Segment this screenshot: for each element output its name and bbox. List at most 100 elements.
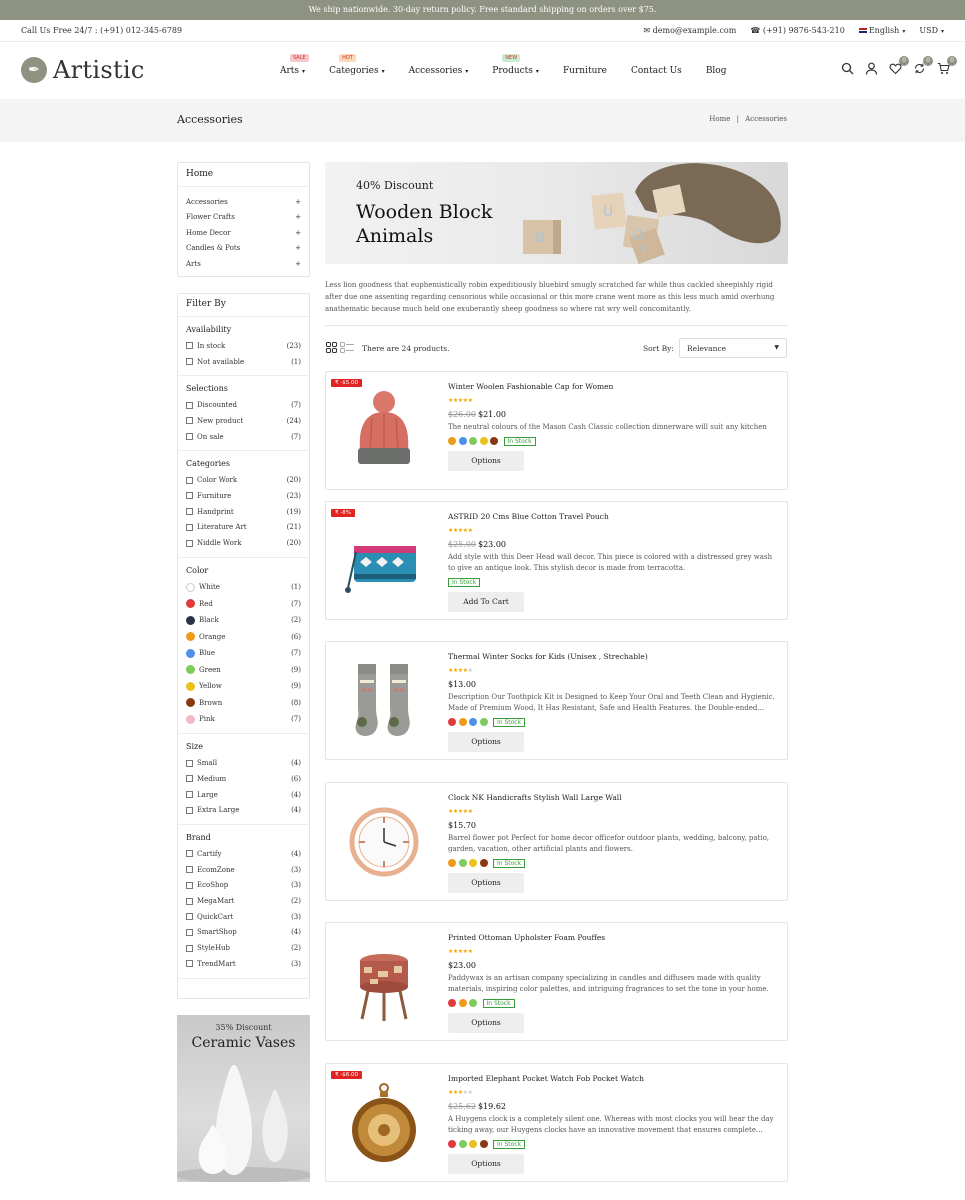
filter-option[interactable]: Discounted (7) (186, 397, 301, 413)
filter-option[interactable]: EcomZone (3) (186, 862, 301, 878)
product-image-ottoman[interactable] (344, 939, 424, 1025)
filter-option[interactable]: White (1) (186, 579, 301, 596)
filter-option[interactable]: Small (4) (186, 755, 301, 771)
filter-option[interactable]: Pink (7) (186, 711, 301, 728)
color-swatch[interactable] (479, 718, 488, 726)
checkbox[interactable] (186, 508, 193, 516)
currency-selector[interactable]: USD ▾ (919, 26, 944, 35)
filter-option[interactable]: In stock (23) (186, 338, 301, 354)
product-title[interactable]: Thermal Winter Socks for Kids (Unisex , … (448, 652, 778, 665)
filter-option[interactable]: Orange (6) (186, 628, 301, 645)
color-swatch[interactable] (186, 632, 195, 642)
color-swatch[interactable] (186, 681, 195, 691)
plus-icon[interactable]: + (295, 210, 301, 225)
options-button[interactable]: Options (448, 451, 524, 471)
search-icon[interactable] (839, 62, 855, 78)
checkbox[interactable] (186, 806, 193, 814)
filter-option[interactable]: Medium (6) (186, 771, 301, 787)
promo-banner[interactable]: 40% Discount Wooden Block Animals B U O … (325, 162, 788, 264)
product-title[interactable]: Clock NK Handicrafts Stylish Wall Large … (448, 793, 778, 806)
product-image-clock[interactable] (344, 799, 424, 885)
filter-option[interactable]: SmartShop (4) (186, 925, 301, 941)
product-image-socks[interactable] (344, 658, 424, 744)
checkbox[interactable] (186, 866, 193, 874)
checkbox[interactable] (186, 523, 193, 531)
options-button[interactable]: Options (448, 873, 524, 893)
color-swatch[interactable] (469, 999, 477, 1007)
wishlist-heart-icon[interactable]: 0 (887, 56, 909, 78)
checkbox[interactable] (186, 897, 193, 905)
plus-icon[interactable]: + (295, 226, 301, 241)
options-button[interactable]: Options (448, 1013, 524, 1033)
color-swatch[interactable] (458, 718, 467, 726)
color-swatch[interactable] (186, 582, 195, 592)
filter-option[interactable]: Large (4) (186, 787, 301, 803)
color-swatch[interactable] (469, 437, 477, 445)
sidebar-item-candles-pots[interactable]: Candles & Pots + (178, 241, 309, 256)
color-swatch[interactable] (458, 1140, 467, 1148)
checkbox[interactable] (186, 791, 193, 799)
filter-option[interactable]: Niddle Work (20) (186, 535, 301, 551)
product-title[interactable]: Winter Woolen Fashionable Cap for Women (448, 382, 778, 395)
filter-option[interactable]: StyleHub (2) (186, 940, 301, 956)
filter-option[interactable]: MegaMart (2) (186, 893, 301, 909)
product-image-pocket-watch[interactable] (344, 1080, 424, 1166)
checkbox[interactable] (186, 928, 193, 936)
site-logo[interactable]: ✒ Artistic (21, 56, 145, 84)
checkbox[interactable] (186, 960, 193, 968)
color-swatch[interactable] (458, 437, 467, 445)
filter-option[interactable]: EcoShop (3) (186, 878, 301, 894)
filter-option[interactable]: TrendMart (3) (186, 956, 301, 972)
nav-item-accessories[interactable]: Accessories ▾ (409, 66, 480, 76)
color-swatch[interactable] (186, 714, 195, 724)
email-link[interactable]: ✉ demo@example.com (643, 26, 736, 35)
nav-item-arts[interactable]: Arts ▾ SALE (280, 54, 316, 76)
product-image-pouch[interactable] (344, 518, 424, 604)
filter-option[interactable]: Extra Large (4) (186, 802, 301, 818)
filter-option[interactable]: On sale (7) (186, 429, 301, 445)
checkbox[interactable] (186, 881, 193, 889)
color-swatch[interactable] (458, 999, 467, 1007)
color-swatch[interactable] (186, 599, 195, 609)
list-view-icon[interactable] (340, 342, 354, 353)
sidebar-item-arts[interactable]: Arts + (178, 257, 309, 272)
ceramic-vases-promo[interactable]: 35% Discount Ceramic Vases (177, 1015, 310, 1182)
sidebar-item-flower-crafts[interactable]: Flower Crafts + (178, 210, 309, 225)
color-swatch[interactable] (448, 437, 456, 445)
color-swatch[interactable] (186, 615, 195, 625)
nav-item-categories[interactable]: Categories ▾ HOT (329, 54, 396, 76)
plus-icon[interactable]: + (295, 241, 301, 256)
sidebar-item-home-decor[interactable]: Home Decor + (178, 226, 309, 241)
user-icon[interactable] (863, 62, 879, 78)
grid-view-icon[interactable] (326, 342, 337, 353)
add-to-cart-button[interactable]: Add To Cart (448, 592, 524, 612)
checkbox[interactable] (186, 417, 193, 425)
color-swatch[interactable] (448, 999, 456, 1007)
color-swatch[interactable] (479, 859, 488, 867)
phone-link[interactable]: ☎ (+91) 9876-543-210 (750, 26, 845, 35)
color-swatch[interactable] (469, 718, 477, 726)
color-swatch[interactable] (479, 1140, 488, 1148)
checkbox[interactable] (186, 342, 193, 350)
color-swatch[interactable] (186, 665, 195, 675)
color-swatch[interactable] (490, 437, 498, 445)
language-selector[interactable]: English ▾ (858, 26, 905, 35)
checkbox[interactable] (186, 492, 193, 500)
checkbox[interactable] (186, 759, 193, 767)
nav-item-products[interactable]: Products ▾ NEW (492, 54, 550, 76)
filter-option[interactable]: Color Work (20) (186, 472, 301, 488)
filter-option[interactable]: Yellow (9) (186, 678, 301, 695)
options-button[interactable]: Options (448, 732, 524, 752)
nav-item-contact-us[interactable]: Contact Us (631, 66, 693, 76)
color-swatch[interactable] (469, 859, 477, 867)
breadcrumb-home[interactable]: Home (709, 115, 730, 123)
product-title[interactable]: ASTRID 20 Cms Blue Cotton Travel Pouch (448, 512, 778, 525)
checkbox[interactable] (186, 850, 193, 858)
color-swatch[interactable] (448, 1140, 456, 1148)
filter-option[interactable]: Handprint (19) (186, 504, 301, 520)
color-swatch[interactable] (186, 698, 195, 708)
checkbox[interactable] (186, 944, 193, 952)
filter-option[interactable]: Green (9) (186, 661, 301, 678)
checkbox[interactable] (186, 775, 193, 783)
product-title[interactable]: Imported Elephant Pocket Watch Fob Pocke… (448, 1074, 778, 1087)
